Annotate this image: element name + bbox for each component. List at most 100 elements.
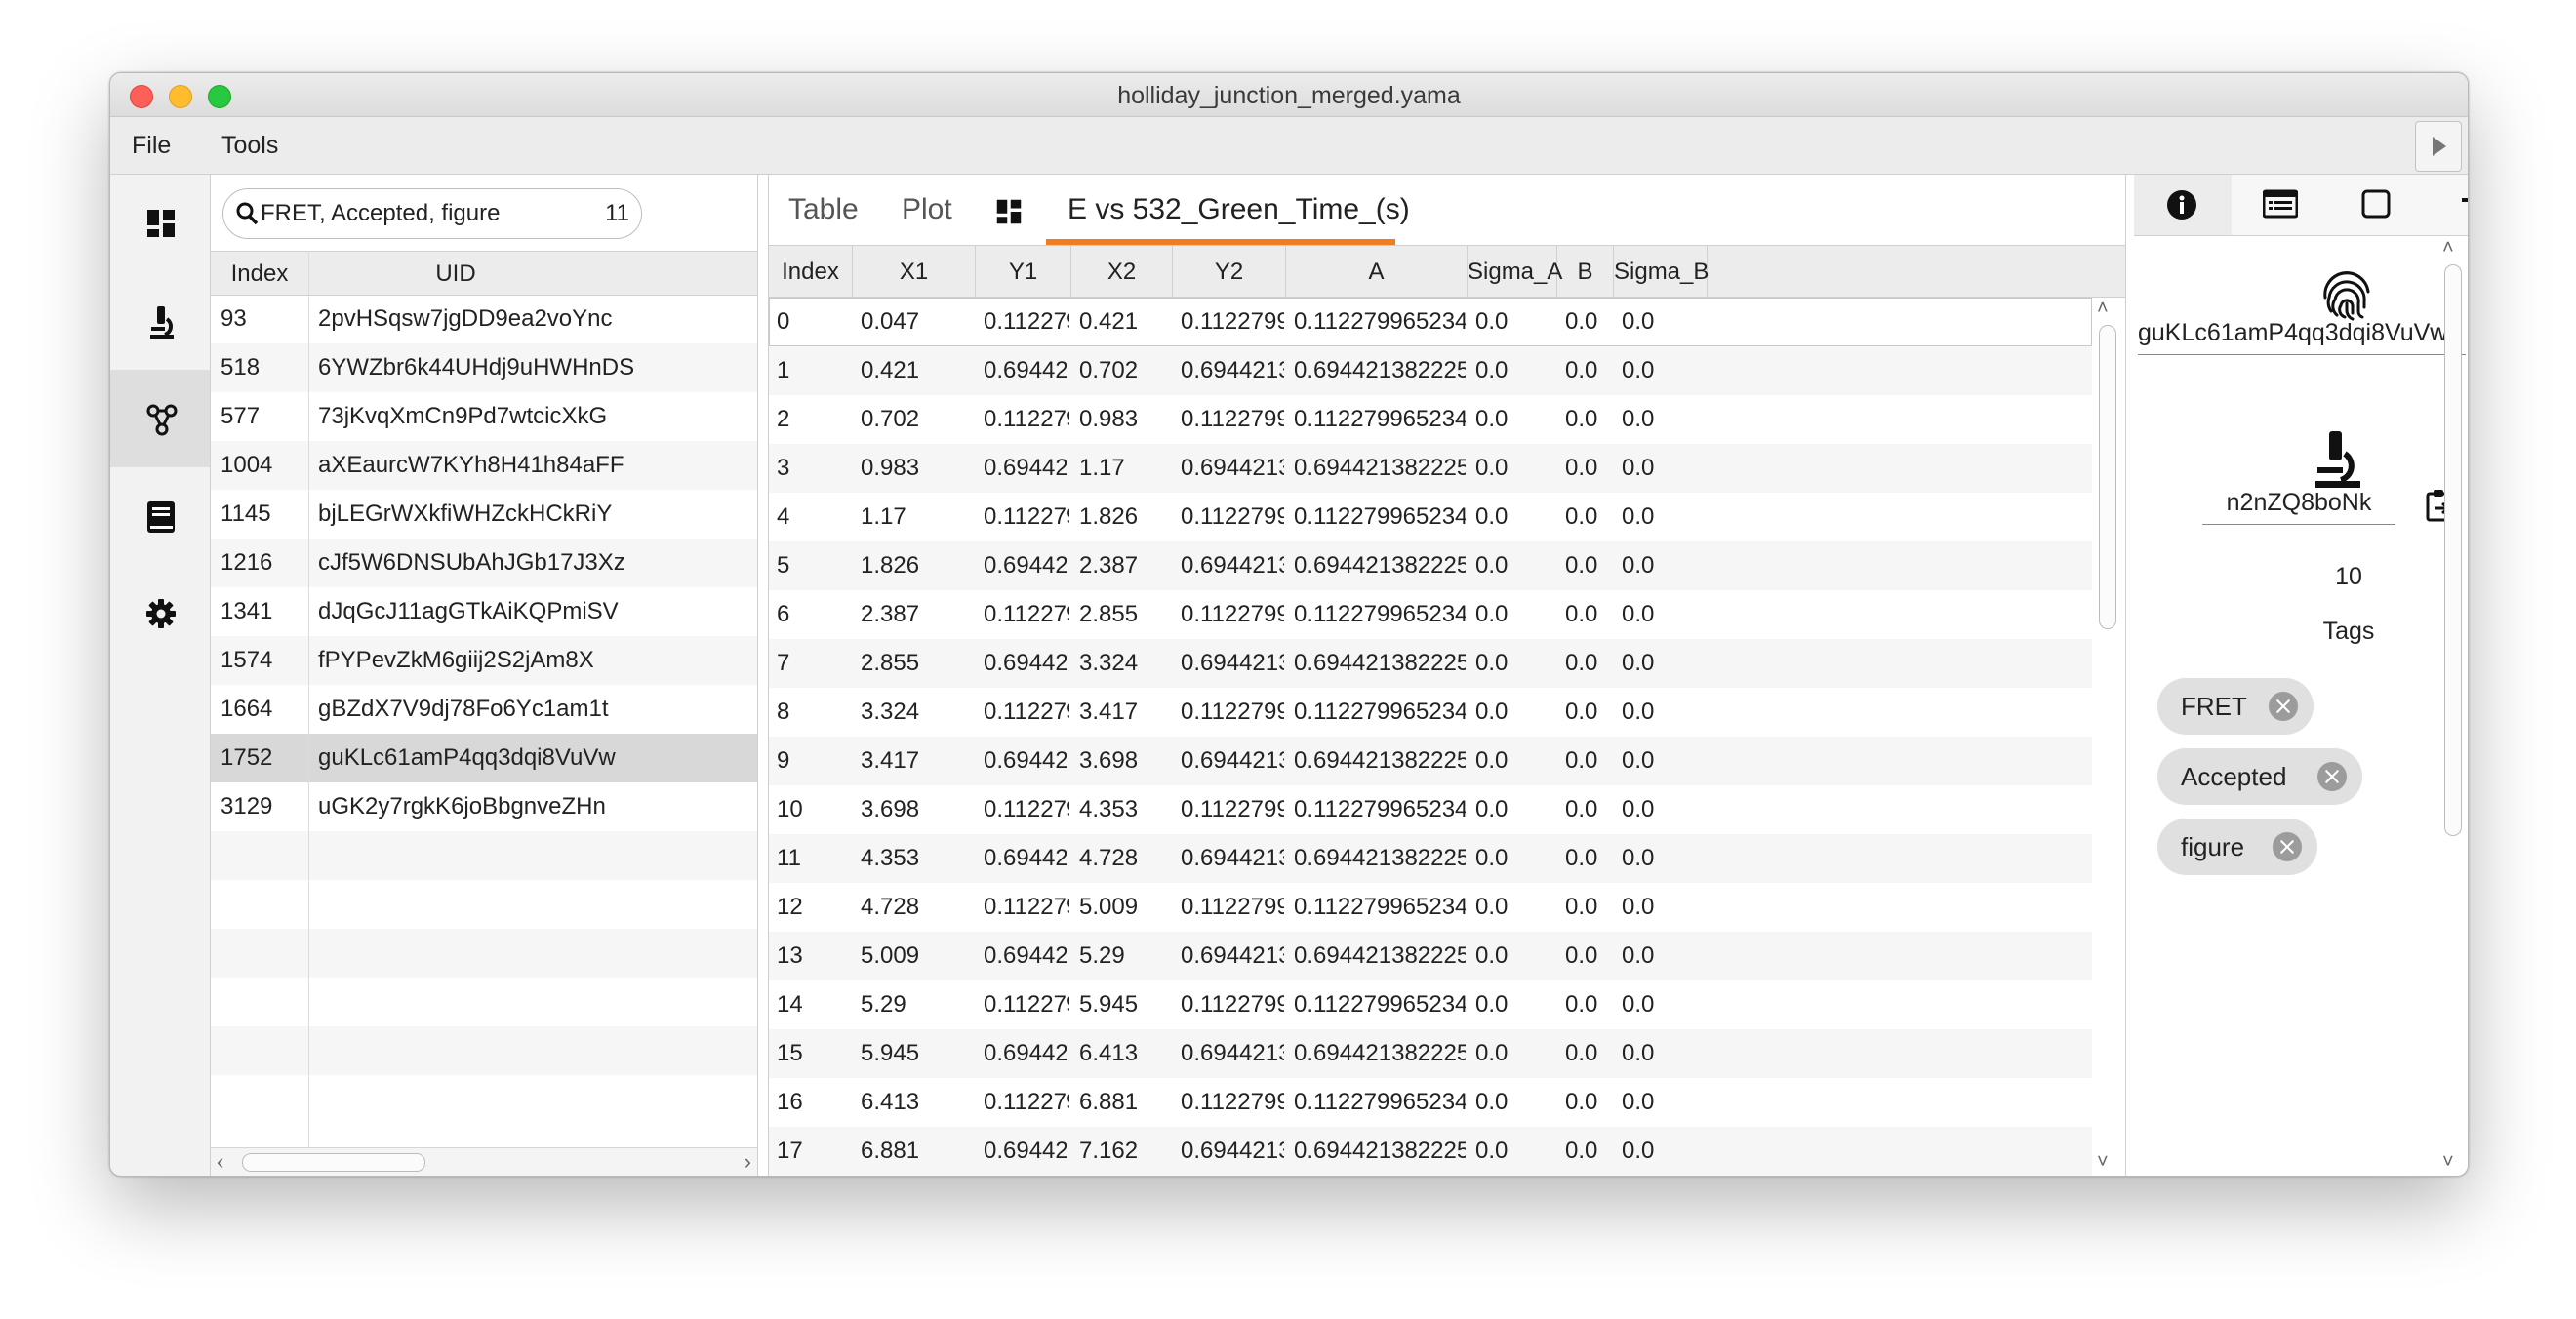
table-row[interactable]: 13 5.009 0.694421... 5.29 0.69442138... 0.694… — [769, 932, 2092, 980]
tag-chip: FRET — [2157, 678, 2314, 735]
col-header-b[interactable]: B — [1557, 246, 1614, 297]
table-row[interactable]: 12 4.728 0.1122799... 5.009 0.112279965... 0.… — [769, 883, 2092, 932]
tab-table[interactable]: Table — [788, 190, 859, 229]
table-row[interactable]: 1752 guKLc61amP4qq3dqi8VuVw — [211, 734, 757, 782]
scrollbar-thumb[interactable] — [2444, 264, 2462, 836]
col-header-x1[interactable]: X1 — [853, 246, 976, 297]
cell-index: 14 — [777, 991, 803, 1018]
table-row[interactable]: 518 6YWZbr6k44UHdj9uHWHnDS — [211, 343, 757, 392]
table-row[interactable]: 6 2.387 0.1122799... 2.855 0.112279965... 0.1… — [769, 590, 2092, 639]
table-row[interactable]: 93 2pvHSqsw7jgDD9ea2voYnc — [211, 295, 757, 343]
info-tab-square[interactable] — [2329, 175, 2427, 235]
table-row[interactable]: 1574 fPYPevZkM6giij2S2jAm8X — [211, 636, 757, 685]
rail-molecule[interactable] — [110, 370, 210, 467]
table-row[interactable]: 1216 cJf5W6DNSUbAhJGb17J3Xz — [211, 539, 757, 587]
table-row[interactable]: 1145 bjLEGrWXkfiWHZckHCkRiY — [211, 490, 757, 539]
info-vertical-scrollbar[interactable]: ˄ ˅ — [2440, 237, 2464, 1176]
cell-b: 0.0 — [1565, 1089, 1598, 1115]
scroll-down-icon[interactable]: ˅ — [2097, 1151, 2109, 1174]
table-row[interactable]: 5 1.826 0.694421... 2.387 0.69442138... 0.694… — [769, 541, 2092, 590]
scrollbar-thumb[interactable] — [2099, 325, 2116, 629]
table-row[interactable]: 577 73jKvqXmCn9Pd7wtcicXkG — [211, 392, 757, 441]
molecule-icon — [146, 404, 178, 436]
table-row[interactable]: 14 5.29 0.1122799... 5.945 0.112279965... 0.1… — [769, 980, 2092, 1029]
uid-field[interactable]: guKLc61amP4qq3dqi8VuVw — [2138, 311, 2466, 355]
cell-sigma-b: 0.0 — [1622, 1089, 1655, 1115]
cell-index: 17 — [777, 1138, 803, 1164]
col-header-y1[interactable]: Y1 — [976, 246, 1071, 297]
table-row[interactable]: 15 5.945 0.694421... 6.413 0.69442138... 0.69… — [769, 1029, 2092, 1078]
col-header-a[interactable]: A — [1286, 246, 1468, 297]
rail-dashboard[interactable] — [110, 175, 210, 272]
table-row[interactable]: 3129 uGK2y7rgkK6joBbgnveZHn — [211, 782, 757, 831]
tab-plot[interactable]: Plot — [902, 190, 952, 229]
table-row[interactable]: 9 3.417 0.694421... 3.698 0.69442138... 0.694… — [769, 737, 2092, 785]
dashboard-icon[interactable] — [995, 198, 1023, 225]
rail-book[interactable] — [110, 467, 210, 565]
tab-e-vs-time[interactable]: E vs 532_Green_Time_(s) — [1067, 190, 1410, 229]
table-row[interactable]: 3 0.983 0.694421... 1.17 0.69442138... 0.6944… — [769, 444, 2092, 493]
scrollbar-thumb[interactable] — [242, 1153, 425, 1172]
table-row[interactable]: 8 3.324 0.1122799... 3.417 0.112279965... 0.1… — [769, 688, 2092, 737]
remove-tag-icon[interactable] — [2273, 832, 2302, 861]
cell-y1: 0.694421... — [984, 357, 1069, 383]
cell-x1: 4.728 — [861, 894, 920, 920]
cell-y1: 0.694421... — [984, 942, 1069, 969]
table-row[interactable]: 11 4.353 0.694421... 4.728 0.69442138... 0.69… — [769, 834, 2092, 883]
table-row[interactable]: 1 0.421 0.694421... 0.702 0.69442138... 0.694… — [769, 346, 2092, 395]
table-row[interactable]: 7 2.855 0.694421... 3.324 0.69442138... 0.694… — [769, 639, 2092, 688]
cell-sigma-a: 0.0 — [1475, 650, 1509, 676]
expand-panel-button[interactable] — [2415, 121, 2462, 172]
cell-y2: 0.69442138... — [1181, 942, 1284, 969]
tag-label: FRET — [2181, 692, 2247, 721]
col-header-y2[interactable]: Y2 — [1173, 246, 1286, 297]
info-tab-list[interactable] — [2232, 175, 2329, 235]
scroll-right-icon[interactable]: › — [745, 1150, 751, 1174]
cell-index: 13 — [777, 942, 803, 969]
col-header-sigma-b[interactable]: Sigma_B — [1614, 246, 1709, 297]
table-row[interactable]: 4 1.17 0.1122799... 1.826 0.112279965... 0.11… — [769, 493, 2092, 541]
uid-horizontal-scrollbar[interactable]: ‹ › — [211, 1147, 757, 1176]
cell-sigma-a: 0.0 — [1475, 699, 1509, 725]
info-tab-pin[interactable] — [2427, 175, 2468, 235]
cell-x1: 2.387 — [861, 601, 920, 627]
gear-icon — [146, 599, 176, 628]
scroll-up-icon[interactable]: ˄ — [2442, 237, 2454, 260]
row-uid: bjLEGrWXkfiWHZckHCkRiY — [318, 500, 613, 527]
scroll-down-icon[interactable]: ˅ — [2442, 1151, 2454, 1174]
col-header-uid[interactable]: UID — [309, 252, 602, 295]
table-row[interactable]: 2 0.702 0.1122799... 0.983 0.112279965... 0.1… — [769, 395, 2092, 444]
table-row[interactable]: 16 6.413 0.1122799... 6.881 0.112279965... 0.… — [769, 1078, 2092, 1127]
table-row[interactable]: 1664 gBZdX7V9dj78Fo6Yc1am1t — [211, 685, 757, 734]
cell-y2: 0.69442138... — [1181, 552, 1284, 579]
cell-x1: 1.17 — [861, 503, 906, 530]
table-row[interactable]: 0 0.047 0.1122799... 0.421 0.112279965... 0.1… — [769, 298, 2092, 346]
info-icon — [2167, 190, 2196, 220]
table-row[interactable]: 1004 aXEaurcW7KYh8H41h84aFF — [211, 441, 757, 490]
info-tab-info[interactable] — [2134, 175, 2232, 235]
data-vertical-scrollbar[interactable]: ˄ ˅ — [2094, 298, 2119, 1176]
search-field[interactable]: FRET, Accepted, figure 11 — [222, 188, 642, 239]
col-header-x2[interactable]: X2 — [1071, 246, 1173, 297]
menu-tools[interactable]: Tools — [221, 117, 278, 174]
cell-a: 0.6944213822252596 — [1294, 1040, 1466, 1066]
remove-tag-icon[interactable] — [2317, 762, 2347, 791]
search-input[interactable]: FRET, Accepted, figure — [261, 189, 500, 238]
image-uid-field[interactable]: n2nZQ8boNk — [2202, 481, 2395, 525]
cell-sigma-b: 0.0 — [1622, 845, 1655, 871]
table-row[interactable]: 1341 dJqGcJ11agGTkAiKQPmiSV — [211, 587, 757, 636]
cell-sigma-b: 0.0 — [1622, 650, 1655, 676]
menu-file[interactable]: File — [132, 117, 171, 174]
table-row[interactable]: 17 6.881 0.694421... 7.162 0.69442138... 0.69… — [769, 1127, 2092, 1176]
rail-microscope[interactable] — [110, 272, 210, 370]
col-header-index[interactable]: Index — [211, 252, 308, 295]
col-header-index[interactable]: Index — [769, 246, 853, 297]
remove-tag-icon[interactable] — [2269, 692, 2298, 721]
cell-b: 0.0 — [1565, 942, 1598, 969]
scroll-up-icon[interactable]: ˄ — [2097, 298, 2109, 320]
col-header-sigma-a[interactable]: Sigma_A — [1468, 246, 1562, 297]
scroll-left-icon[interactable]: ‹ — [217, 1150, 223, 1174]
table-row[interactable]: 10 3.698 0.1122799... 4.353 0.112279965... 0.… — [769, 785, 2092, 834]
rail-settings[interactable] — [110, 565, 210, 662]
cell-sigma-a: 0.0 — [1475, 503, 1509, 530]
